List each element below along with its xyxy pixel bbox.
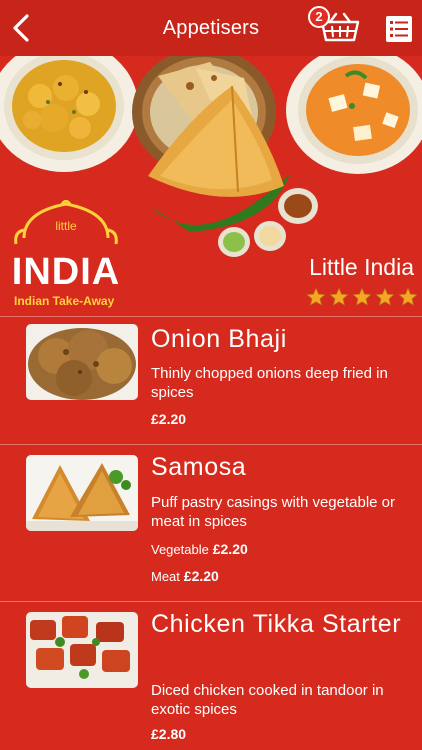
item-description: Puff pastry casings with vegetable or me… bbox=[151, 494, 396, 530]
cart-button[interactable]: 2 bbox=[306, 4, 362, 50]
list-item[interactable]: Onion Bhaji Thinly chopped onions deep f… bbox=[0, 316, 422, 444]
chicken-tikka-image bbox=[26, 612, 138, 688]
item-price-meat: Meat £2.20 bbox=[151, 568, 219, 584]
item-name: Chicken Tikka Starter bbox=[151, 610, 402, 638]
item-price-vegetable: Vegetable £2.20 bbox=[151, 541, 248, 557]
restaurant-name: Little India bbox=[309, 254, 414, 280]
menu-item-list: Onion Bhaji Thinly chopped onions deep f… bbox=[0, 316, 422, 750]
list-icon bbox=[390, 21, 408, 37]
star-icon bbox=[375, 287, 395, 306]
item-name: Samosa bbox=[151, 453, 247, 481]
logo-small-text: little bbox=[55, 219, 77, 233]
samosa-image bbox=[26, 455, 138, 531]
item-price: £2.80 bbox=[151, 726, 187, 742]
item-description: Thinly chopped onions deep fried in spic… bbox=[151, 365, 388, 401]
item-name: Onion Bhaji bbox=[151, 325, 287, 353]
menu-list-button[interactable] bbox=[386, 16, 412, 42]
item-description: Diced chicken cooked in tandoor in exoti… bbox=[151, 682, 384, 718]
star-icon bbox=[352, 287, 372, 306]
cart-count-badge: 2 bbox=[308, 6, 330, 28]
logo-tagline: Indian Take-Away bbox=[14, 294, 115, 308]
rating-stars bbox=[306, 287, 418, 307]
restaurant-hero-banner: little INDIA Indian Take-Away Little Ind… bbox=[0, 56, 422, 316]
back-button[interactable] bbox=[8, 12, 34, 44]
onion-bhaji-image bbox=[26, 324, 138, 400]
item-price: £2.20 bbox=[151, 411, 187, 427]
list-item[interactable]: Samosa Puff pastry casings with vegetabl… bbox=[0, 444, 422, 601]
star-icon bbox=[306, 287, 326, 306]
list-item[interactable]: Chicken Tikka Starter Diced chicken cook… bbox=[0, 601, 422, 750]
chevron-left-icon bbox=[13, 14, 29, 42]
star-icon bbox=[398, 287, 418, 306]
logo-word-text: INDIA bbox=[12, 251, 120, 293]
page-title: Appetisers bbox=[162, 16, 260, 39]
navigation-bar: Appetisers 2 bbox=[0, 0, 422, 56]
star-icon bbox=[329, 287, 349, 306]
